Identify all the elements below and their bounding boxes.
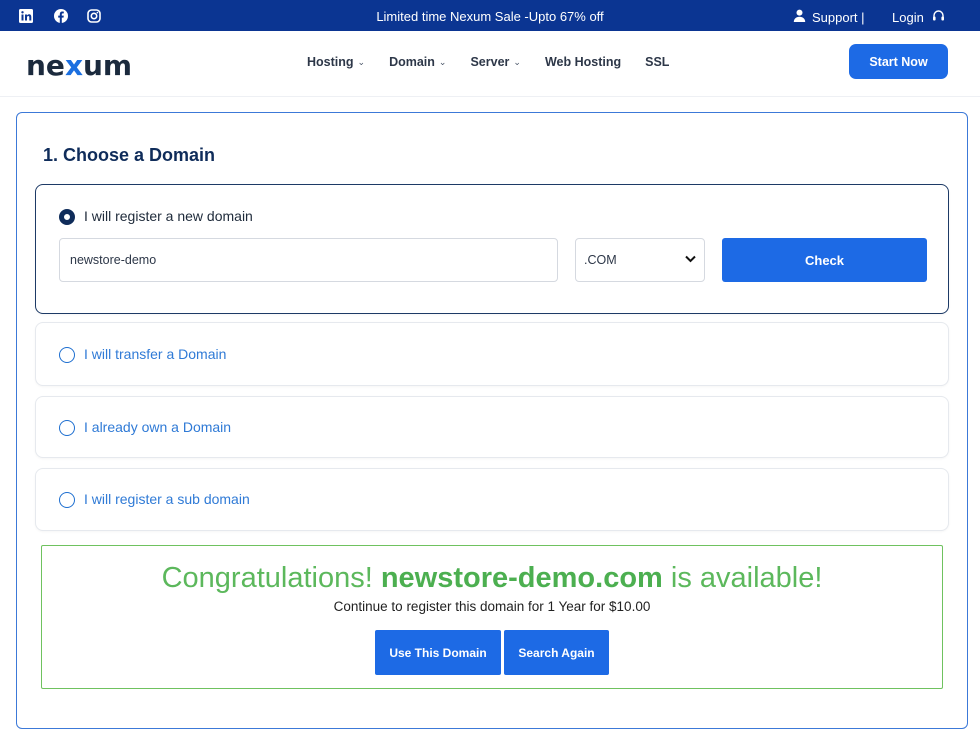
option-label-sub-domain[interactable]: I will register a sub domain bbox=[84, 491, 250, 507]
chevron-down-icon: ⌄ bbox=[357, 56, 366, 67]
support-label: Support | bbox=[812, 9, 865, 25]
option-label-transfer[interactable]: I will transfer a Domain bbox=[84, 346, 226, 362]
main-header: nexum Hosting ⌄ Domain ⌄ Server ⌄ Web Hosti… bbox=[0, 31, 980, 97]
nav-domain[interactable]: Domain ⌄ bbox=[389, 55, 446, 69]
radio-sub-domain[interactable] bbox=[59, 492, 75, 508]
top-bar: Limited time Nexum Sale -Upto 67% off Su… bbox=[0, 0, 980, 31]
check-button[interactable]: Check bbox=[722, 238, 927, 282]
login-link[interactable]: Login bbox=[892, 9, 945, 25]
option-label-own-domain[interactable]: I already own a Domain bbox=[84, 419, 231, 435]
chevron-down-icon bbox=[685, 254, 696, 266]
headset-icon bbox=[932, 9, 945, 25]
tld-selected-value: .COM bbox=[584, 253, 617, 267]
main-nav: Hosting ⌄ Domain ⌄ Server ⌄ Web Hosting SSL bbox=[307, 55, 693, 69]
option-own-domain[interactable]: I already own a Domain bbox=[35, 396, 949, 458]
radio-register-new[interactable] bbox=[59, 209, 75, 225]
continue-text: Continue to register this domain for 1 Y… bbox=[333, 599, 651, 614]
availability-message: Congratulations! newstore-demo.com is av… bbox=[161, 562, 823, 594]
choose-domain-panel: 1. Choose a Domain I will register a new… bbox=[16, 112, 968, 729]
domain-search-input[interactable]: newstore-demo bbox=[59, 238, 558, 282]
start-now-button[interactable]: Start Now bbox=[849, 44, 948, 79]
user-icon bbox=[793, 9, 806, 25]
option-register-new: I will register a new domain newstore-de… bbox=[35, 184, 949, 314]
chevron-down-icon: ⌄ bbox=[513, 56, 521, 67]
chevron-down-icon: ⌄ bbox=[438, 56, 447, 67]
nav-ssl[interactable]: SSL bbox=[645, 55, 669, 69]
use-this-domain-button[interactable]: Use This Domain bbox=[375, 630, 501, 675]
nav-hosting[interactable]: Hosting ⌄ bbox=[307, 55, 365, 69]
tld-select[interactable]: .COM bbox=[575, 238, 705, 282]
section-title: 1. Choose a Domain bbox=[43, 145, 216, 165]
radio-transfer[interactable] bbox=[59, 347, 75, 363]
search-again-button[interactable]: Search Again bbox=[504, 630, 609, 675]
available-domain: newstore-demo.com bbox=[380, 562, 663, 594]
option-transfer[interactable]: I will transfer a Domain bbox=[35, 322, 949, 386]
nexum-logo[interactable]: nexum bbox=[26, 49, 132, 82]
nav-web-hosting[interactable]: Web Hosting bbox=[545, 55, 621, 69]
option-label-register-new[interactable]: I will register a new domain bbox=[84, 208, 253, 224]
option-sub-domain[interactable]: I will register a sub domain bbox=[35, 468, 949, 531]
nav-server[interactable]: Server ⌄ bbox=[470, 55, 520, 69]
support-link[interactable]: Support | bbox=[793, 9, 865, 25]
result-actions: Use This Domain Search Again bbox=[375, 630, 609, 675]
login-label: Login bbox=[892, 9, 924, 25]
availability-result: Congratulations! newstore-demo.com is av… bbox=[41, 545, 943, 689]
radio-own-domain[interactable] bbox=[59, 420, 75, 436]
